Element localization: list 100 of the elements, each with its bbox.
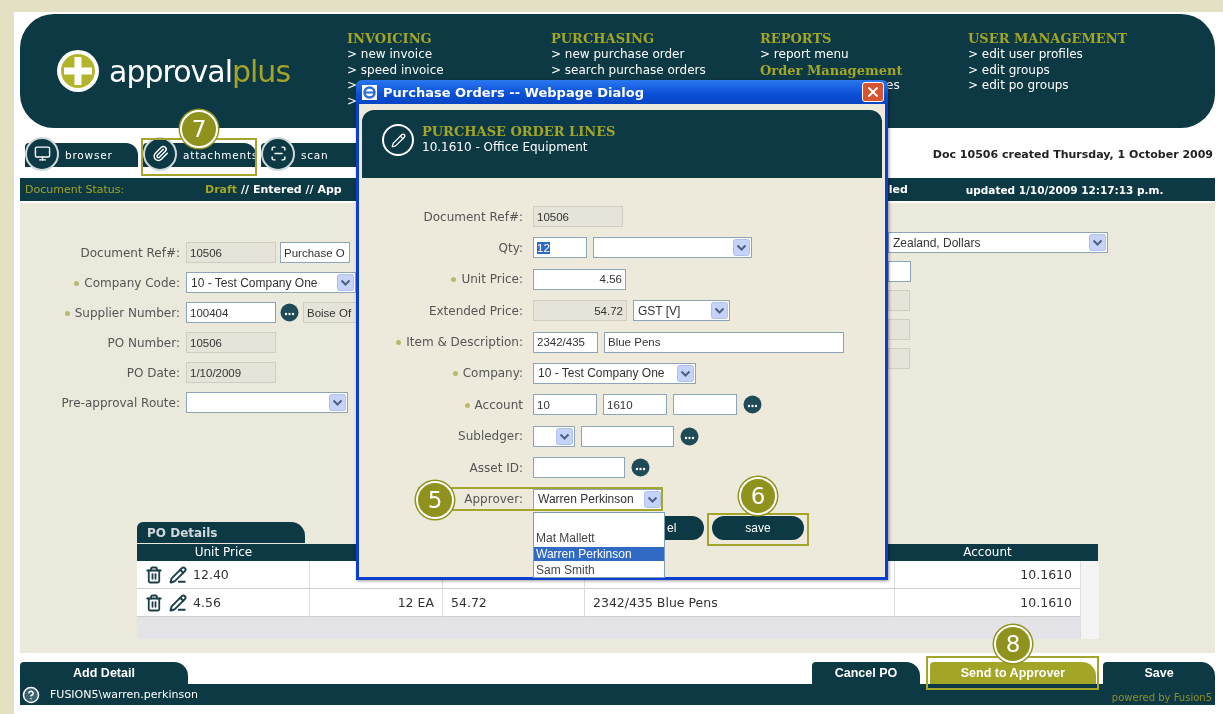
dropdown-option[interactable]: Mat Mallett (536, 531, 595, 545)
powered-by: powered by Fusion5 (1111, 692, 1212, 703)
menu-heading: REPORTS (760, 30, 832, 47)
input-field[interactable] (888, 319, 910, 340)
dropdown-option[interactable]: Sam Smith (536, 563, 595, 577)
field-label: Approver: (464, 492, 523, 506)
cancel-button[interactable]: el (665, 515, 704, 540)
input-field[interactable] (533, 457, 625, 479)
dialog-heading: PURCHASE ORDER LINES (422, 124, 616, 140)
menu-subheading[interactable]: Order Management (760, 62, 903, 79)
input-field[interactable]: 10506 (186, 332, 276, 353)
menu-link[interactable]: > search purchase orders (551, 62, 706, 79)
menu-link[interactable]: > (347, 78, 358, 94)
column-header: Account (962, 544, 1013, 561)
scanner-icon (261, 136, 295, 171)
document-info: Doc 10506 created Thursday, 1 October 2009 (932, 148, 1213, 161)
select-field[interactable] (186, 392, 348, 413)
status-current: Draft (205, 183, 238, 196)
input-field[interactable]: 4.56 (533, 268, 626, 290)
field-label: Pre-approval Route: (61, 395, 180, 410)
action-button[interactable]: Save (1103, 662, 1215, 684)
edit-icon[interactable] (169, 593, 187, 612)
field-label: Asset ID: (469, 460, 523, 475)
field-label: PO Date: (126, 365, 180, 380)
input-field[interactable]: Blue Pens (604, 331, 844, 353)
select-field[interactable] (533, 425, 575, 447)
field-label: Supplier Number: (64, 305, 180, 320)
menu-heading: USER MANAGEMENT (968, 30, 1128, 47)
input-field[interactable]: 10506 (186, 242, 276, 263)
input-field[interactable] (581, 425, 674, 447)
pencil-icon (382, 124, 414, 156)
trash-icon[interactable] (145, 593, 163, 612)
add-detail-button[interactable]: Add Detail (20, 662, 188, 684)
selected-text: 12 (537, 241, 550, 254)
close-icon (865, 84, 881, 100)
select-field[interactable] (593, 237, 752, 259)
menu-heading: INVOICING (347, 30, 432, 47)
input-field[interactable]: 10506 (533, 206, 623, 227)
menu-link[interactable]: > (347, 93, 358, 110)
input-field[interactable]: 2342/435 (533, 331, 598, 353)
trash-icon[interactable] (145, 565, 163, 584)
status-text: led (888, 183, 908, 196)
input-field[interactable]: 12 (533, 237, 587, 259)
table-cell: 12.40 (193, 567, 229, 582)
plus-logo-icon (55, 48, 101, 94)
help-icon[interactable] (22, 685, 40, 704)
more-icon[interactable] (280, 303, 299, 322)
field-label: Document Ref#: (423, 209, 523, 224)
more-icon[interactable] (743, 395, 762, 415)
input-field[interactable]: 54.72 (533, 300, 627, 322)
field-label: Extended Price: (428, 303, 523, 318)
select-field[interactable]: Zealand, Dollars (888, 232, 1108, 253)
menu-heading: PURCHASING (551, 30, 655, 47)
field-label: Qty: (498, 240, 523, 255)
user-name: FUSION5\warren.perkinson (50, 688, 198, 701)
field-label: Subledger: (458, 429, 523, 444)
field-label: PO Number: (107, 335, 180, 350)
input-field[interactable]: 100404 (186, 302, 276, 323)
field-label: Account (464, 397, 523, 412)
logo-text: approval (109, 53, 232, 89)
step-number: 8 (994, 625, 1032, 663)
status-label: Document Status: (25, 183, 126, 196)
input-field[interactable]: Boise Of (303, 302, 357, 323)
field-label: Unit Price: (451, 272, 523, 287)
input-field[interactable] (888, 348, 910, 369)
step-number: 5 (416, 481, 454, 519)
menu-link[interactable]: > new invoice (347, 47, 433, 63)
logo-text: plus (232, 53, 290, 89)
scrollbar[interactable] (1080, 561, 1099, 639)
input-field[interactable]: 10 (533, 394, 597, 416)
close-button[interactable] (862, 82, 884, 102)
section-tab[interactable]: PO Details (137, 522, 305, 543)
field-label: Company: (452, 366, 523, 381)
save-button[interactable]: save (712, 515, 804, 540)
select-field[interactable]: GST [V] (633, 300, 730, 322)
input-field[interactable] (673, 394, 737, 416)
table-cell: 4.56 (193, 595, 221, 610)
edit-icon[interactable] (169, 565, 187, 584)
action-button[interactable]: Cancel PO (812, 662, 920, 684)
menu-link[interactable]: > edit user profiles (968, 47, 1083, 63)
field-label: Company Code: (74, 275, 180, 290)
input-field[interactable]: 1610 (603, 394, 667, 416)
monitor-icon (25, 136, 59, 171)
input-field[interactable] (888, 261, 911, 282)
menu-link[interactable]: > speed invoice (347, 62, 444, 79)
menu-link[interactable]: > edit po groups (968, 78, 1069, 94)
field-label: Item & Description: (396, 335, 523, 350)
input-field[interactable] (888, 290, 910, 311)
more-icon[interactable] (631, 458, 650, 478)
browser-logo-icon (362, 84, 377, 100)
select-field[interactable]: 10 - Test Company One (533, 362, 696, 384)
more-icon[interactable] (680, 426, 699, 446)
dialog-subheading: 10.1610 - Office Equipment (422, 140, 588, 155)
input-field[interactable]: Purchase O (280, 242, 350, 263)
menu-link[interactable]: > report menu (760, 47, 849, 63)
menu-link[interactable]: > edit groups (968, 62, 1050, 79)
input-field[interactable]: 1/10/2009 (186, 362, 276, 383)
select-field[interactable]: 10 - Test Company One (186, 272, 356, 293)
menu-link[interactable]: > new purchase order (551, 47, 685, 63)
table-cell: 10.1610 (1020, 595, 1072, 610)
